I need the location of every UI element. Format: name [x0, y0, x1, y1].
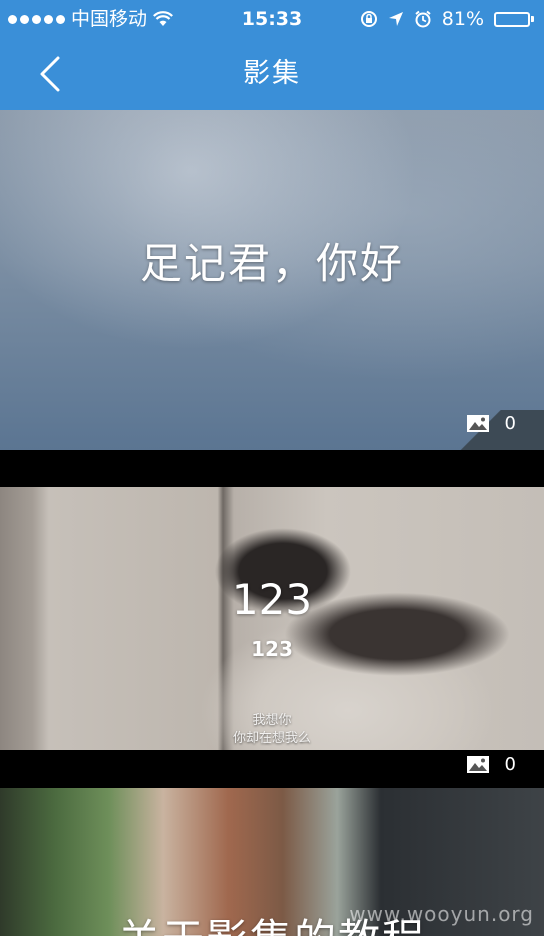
battery-icon	[494, 11, 534, 27]
album-title: 123	[231, 575, 313, 624]
rotation-lock-icon	[360, 11, 377, 27]
album-card[interactable]: 123 123 我想你 你却在想我么	[0, 487, 544, 750]
photo-count-value: 0	[504, 413, 516, 434]
album-title: 足记君，你好	[139, 239, 404, 288]
nav-bar: 影集	[0, 38, 544, 110]
photo-icon	[466, 415, 489, 432]
photo-count-value: 0	[504, 753, 516, 775]
album-subtitle: 123	[251, 637, 293, 661]
status-right: 81%	[360, 0, 534, 38]
location-arrow-icon	[388, 12, 403, 26]
alarm-icon	[415, 10, 431, 28]
photo-icon	[466, 755, 489, 773]
watermark: www.wooyun.org	[349, 902, 534, 926]
album-card[interactable]: 关于影集的教程 www.wooyun.org	[0, 788, 544, 936]
album-card[interactable]: 足记君，你好	[0, 110, 544, 450]
battery-percent: 81%	[441, 8, 484, 30]
photo-count: 0	[466, 753, 516, 775]
page-title: 影集	[243, 58, 301, 89]
photo-count: 0	[466, 413, 516, 434]
status-bar: 中国移动 15:33 81%	[0, 0, 544, 38]
photo-caption: 你却在想我么	[232, 731, 311, 746]
photo-caption: 我想你	[252, 713, 292, 728]
